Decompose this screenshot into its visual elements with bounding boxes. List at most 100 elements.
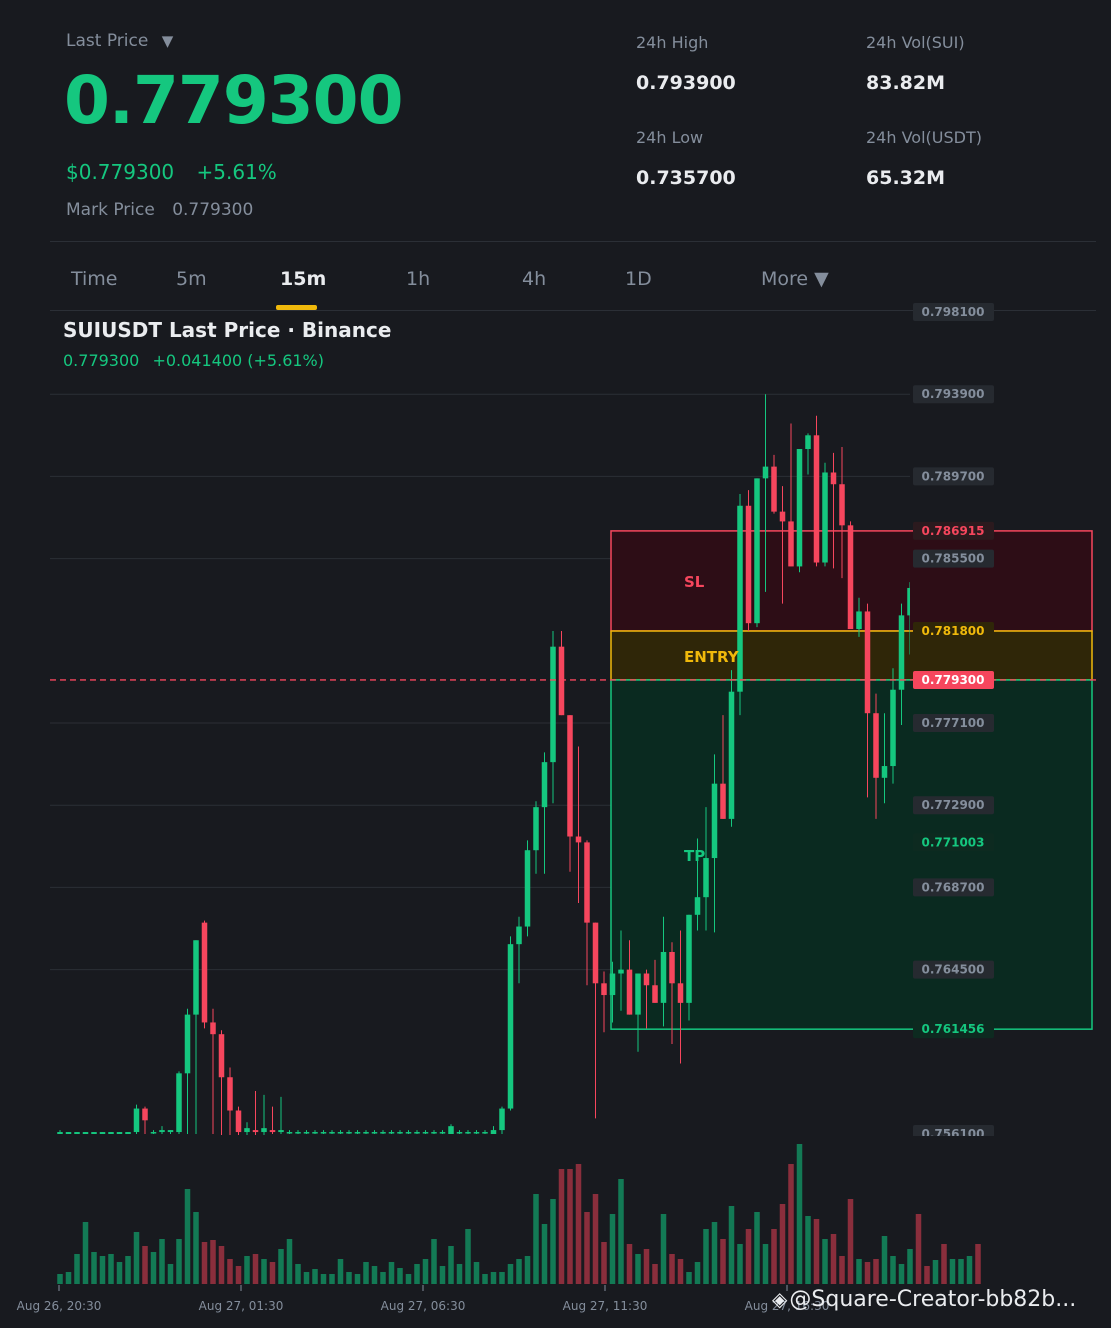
candle-body [184, 1014, 191, 1074]
volume-bar [125, 1256, 131, 1284]
volume-bar [745, 1229, 752, 1284]
volume-bar [397, 1268, 403, 1284]
sl-price-label: 0.786915 [921, 524, 984, 538]
candle-body [873, 713, 879, 778]
volume-bar [261, 1259, 267, 1284]
candle-body [813, 435, 820, 563]
candle-body [354, 1132, 361, 1134]
candle-body [371, 1132, 378, 1134]
volume-bar [159, 1239, 165, 1284]
candle-body [660, 951, 667, 1003]
volume-bar [558, 1169, 565, 1284]
candlestick-chart[interactable]: SL ENTRY TP 0.798100 0.793900 0.789700 0.78550… [0, 0, 1111, 1328]
candle-body [499, 1108, 505, 1131]
candle-body [422, 1132, 429, 1134]
volume-bar [694, 1262, 701, 1284]
candle-body [771, 466, 777, 512]
volume-bar [958, 1259, 964, 1284]
watermark: ◈@Square-Creator-bb82b... [772, 1287, 1076, 1312]
candle-body [847, 525, 854, 630]
volume-bar [295, 1264, 301, 1284]
candle-body [830, 472, 837, 485]
volume-bar [448, 1246, 454, 1284]
candle-body [261, 1128, 267, 1133]
volume-bar [822, 1239, 828, 1284]
candle-body [779, 511, 786, 522]
volume-bar [108, 1254, 114, 1284]
watermark-text: @Square-Creator-bb82b... [789, 1287, 1077, 1312]
volume-bar [176, 1239, 182, 1284]
candle-body [881, 766, 888, 778]
volume-bar [660, 1214, 667, 1284]
candle-body [295, 1132, 301, 1134]
volume-bar [643, 1249, 650, 1284]
candle-body [142, 1108, 148, 1121]
volume-bar [567, 1169, 573, 1284]
chart-subtitle-price: 0.779300 [63, 351, 140, 370]
volume-bar [924, 1266, 930, 1284]
entry-price-label: 0.781800 [921, 624, 984, 638]
volume-bar [133, 1232, 140, 1284]
volume-bar [711, 1222, 718, 1284]
volume-bar [541, 1224, 548, 1284]
candle-body [558, 646, 565, 716]
volume-bar [227, 1259, 233, 1284]
volume-bar [210, 1240, 216, 1284]
volume-bar [669, 1254, 675, 1284]
candle-body [116, 1132, 123, 1134]
volume-bar [380, 1272, 386, 1284]
volume-bar [796, 1144, 803, 1284]
price-tick-label: 0.777100 [921, 716, 984, 730]
time-tick-label: Aug 27, 06:30 [381, 1299, 466, 1313]
volume-bar [813, 1219, 820, 1284]
candle-body [218, 1034, 225, 1078]
volume-bar [975, 1244, 981, 1284]
candle-body [805, 435, 811, 449]
candle-body [839, 484, 845, 526]
tp-mid-price-label: 0.771003 [921, 835, 984, 849]
candle-body [363, 1132, 369, 1134]
volume-bar [915, 1214, 922, 1284]
candle-body [626, 969, 633, 1015]
volume-bar [252, 1254, 259, 1284]
volume-bar [592, 1194, 599, 1284]
candle-body [856, 611, 862, 630]
price-tick-label: 0.789700 [921, 469, 984, 483]
candle-body [414, 1132, 420, 1134]
volume-bar [465, 1229, 471, 1284]
candle-body [74, 1132, 80, 1134]
volume-bar [82, 1222, 89, 1284]
volume-bar [533, 1194, 539, 1284]
candle-body [754, 478, 760, 624]
candle-body [575, 836, 582, 843]
volume-bar [473, 1262, 480, 1284]
candle-body [159, 1130, 165, 1133]
volume-bar [431, 1239, 437, 1284]
candle-body [269, 1130, 276, 1133]
price-tick-label: 0.798100 [921, 305, 984, 319]
volume-bar [601, 1242, 607, 1284]
volume-bar [65, 1272, 72, 1284]
volume-bar [337, 1259, 344, 1284]
chart-subtitle-change: +0.041400 (+5.61%) [152, 351, 324, 370]
volume-bar [507, 1264, 514, 1284]
candle-body [397, 1132, 403, 1134]
volume-bar [269, 1262, 276, 1284]
tp-price-label: 0.761456 [921, 1022, 984, 1036]
candle-body [652, 985, 658, 1003]
volume-bar [873, 1259, 879, 1284]
volume-bar [150, 1252, 157, 1284]
candle-body [592, 922, 599, 984]
candle-body [133, 1108, 140, 1133]
chart-subtitle: 0.779300 +0.041400 (+5.61%) [63, 351, 324, 370]
candle-body [694, 897, 701, 915]
candle-body [796, 449, 803, 567]
volume-bar [167, 1264, 174, 1284]
candle-body [618, 969, 624, 974]
candle-body [720, 783, 726, 819]
candle-body [711, 783, 718, 859]
volume-bar [499, 1272, 505, 1284]
candle-body [252, 1130, 259, 1133]
volume-bar [405, 1274, 412, 1284]
volume-bar [618, 1179, 624, 1284]
